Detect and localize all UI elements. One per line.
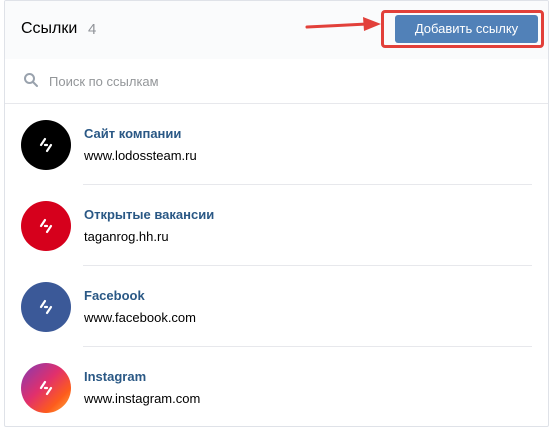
lightning-icon — [39, 218, 53, 234]
avatar — [21, 363, 71, 413]
list-item[interactable]: Открытые вакансии taganrog.hh.ru — [5, 185, 548, 266]
links-panel: Ссылки 4 Добавить ссылку Сайт компании w… — [4, 0, 549, 427]
link-title[interactable]: Facebook — [84, 288, 145, 303]
link-url: taganrog.hh.ru — [84, 229, 169, 244]
avatar — [21, 201, 71, 251]
page-title: Ссылки — [21, 20, 78, 37]
links-count: 4 — [88, 21, 97, 38]
link-url: www.instagram.com — [84, 391, 201, 406]
search-bar — [5, 59, 548, 104]
link-title[interactable]: Instagram — [84, 369, 146, 384]
search-icon — [24, 73, 38, 87]
add-link-button[interactable]: Добавить ссылку — [395, 15, 538, 43]
search-input[interactable] — [49, 71, 509, 91]
link-url: www.facebook.com — [84, 310, 196, 325]
lightning-icon — [39, 380, 53, 396]
list-item[interactable]: Facebook www.facebook.com — [5, 266, 548, 347]
link-title[interactable]: Открытые вакансии — [84, 207, 214, 222]
link-url: www.lodossteam.ru — [84, 148, 197, 163]
list-item[interactable]: Instagram www.instagram.com — [5, 347, 548, 426]
avatar — [21, 120, 71, 170]
lightning-icon — [39, 137, 53, 153]
link-title[interactable]: Сайт компании — [84, 126, 181, 141]
arrow-annotation-icon — [305, 17, 381, 31]
list-item[interactable]: Сайт компании www.lodossteam.ru — [5, 104, 548, 185]
avatar — [21, 282, 71, 332]
panel-header: Ссылки 4 Добавить ссылку — [5, 1, 548, 60]
lightning-icon — [39, 299, 53, 315]
